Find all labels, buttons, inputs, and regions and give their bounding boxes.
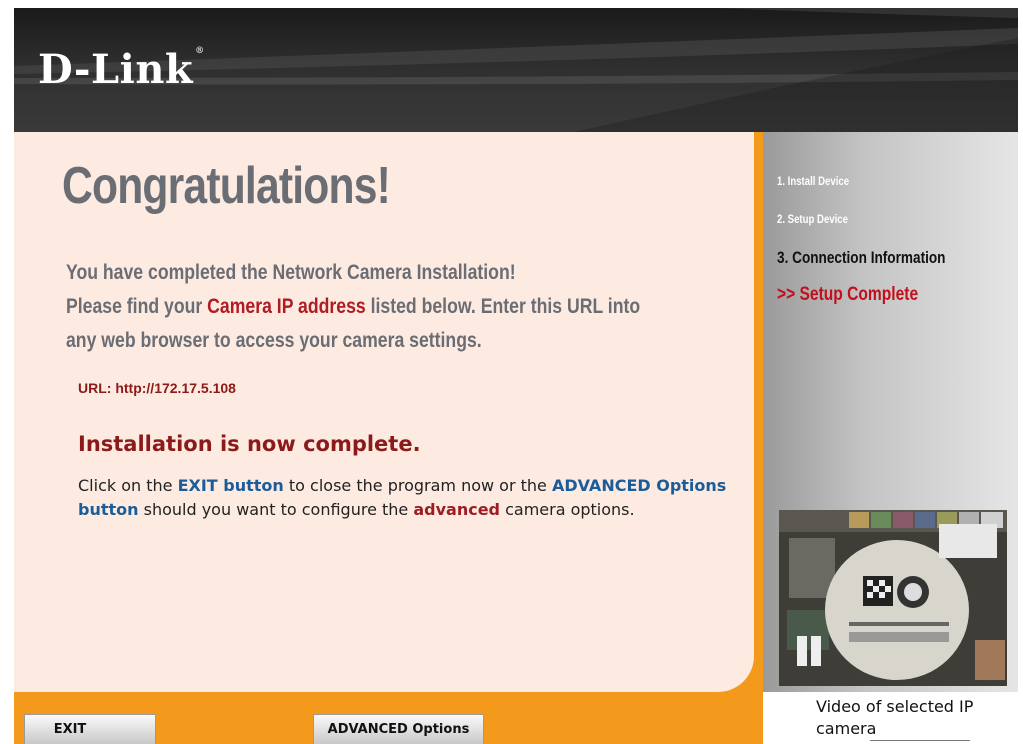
steps-sidebar: 1. Install Device 2. Setup Device 3. Con…	[763, 132, 1018, 692]
test-chart-image	[779, 510, 1007, 686]
camera-url: URL: http://172.17.5.108	[78, 380, 236, 396]
header-banner: D-Link ®	[14, 8, 1018, 132]
registered-mark: ®	[195, 46, 205, 56]
step-connection-information: 3. Connection Information	[777, 248, 946, 267]
camera-video-preview	[779, 510, 1007, 686]
advanced-options-button[interactable]: ADVANCED Options	[313, 714, 484, 744]
step-install-device: 1. Install Device	[777, 174, 850, 188]
intro-line-3: any web browser to access your camera se…	[66, 329, 482, 352]
orange-divider	[754, 132, 763, 692]
intro-line-1: You have completed the Network Camera In…	[66, 261, 516, 284]
instr-part-3: should you want to configure the	[138, 500, 414, 519]
step-setup-complete: >> Setup Complete	[777, 284, 919, 305]
camera-ip-highlight: Camera IP address	[207, 295, 366, 318]
logo-text: D-Link	[38, 46, 194, 93]
complete-heading: Installation is now complete.	[78, 432, 421, 456]
main-content-panel: Congratulations! You have completed the …	[14, 132, 754, 692]
intro-text: You have completed the Network Camera In…	[66, 256, 721, 358]
advanced-options-label: ADVANCED Options	[327, 722, 470, 737]
instr-exit-ref: EXIT button	[177, 476, 284, 495]
exit-button-label: EXIT	[53, 722, 87, 737]
video-caption: Video of selected IP camera	[816, 697, 974, 738]
instr-advanced-word: advanced	[413, 500, 500, 519]
intro-line-2: Please find your Camera IP address liste…	[66, 290, 721, 324]
instr-part-1: Click on the	[78, 476, 178, 495]
instructions-text: Click on the EXIT button to close the pr…	[78, 474, 738, 522]
page-title: Congratulations!	[62, 157, 391, 215]
dlink-logo: D-Link ®	[38, 46, 205, 93]
step-setup-device: 2. Setup Device	[777, 212, 848, 226]
intro-line-2-post: listed below. Enter this URL into	[365, 295, 641, 318]
caption-underline	[870, 740, 970, 741]
instr-part-4: camera options.	[500, 500, 635, 519]
intro-line-2-pre: Please find your	[66, 295, 208, 318]
instr-part-2: to close the program now or the	[283, 476, 552, 495]
exit-button[interactable]: EXIT	[24, 714, 156, 744]
